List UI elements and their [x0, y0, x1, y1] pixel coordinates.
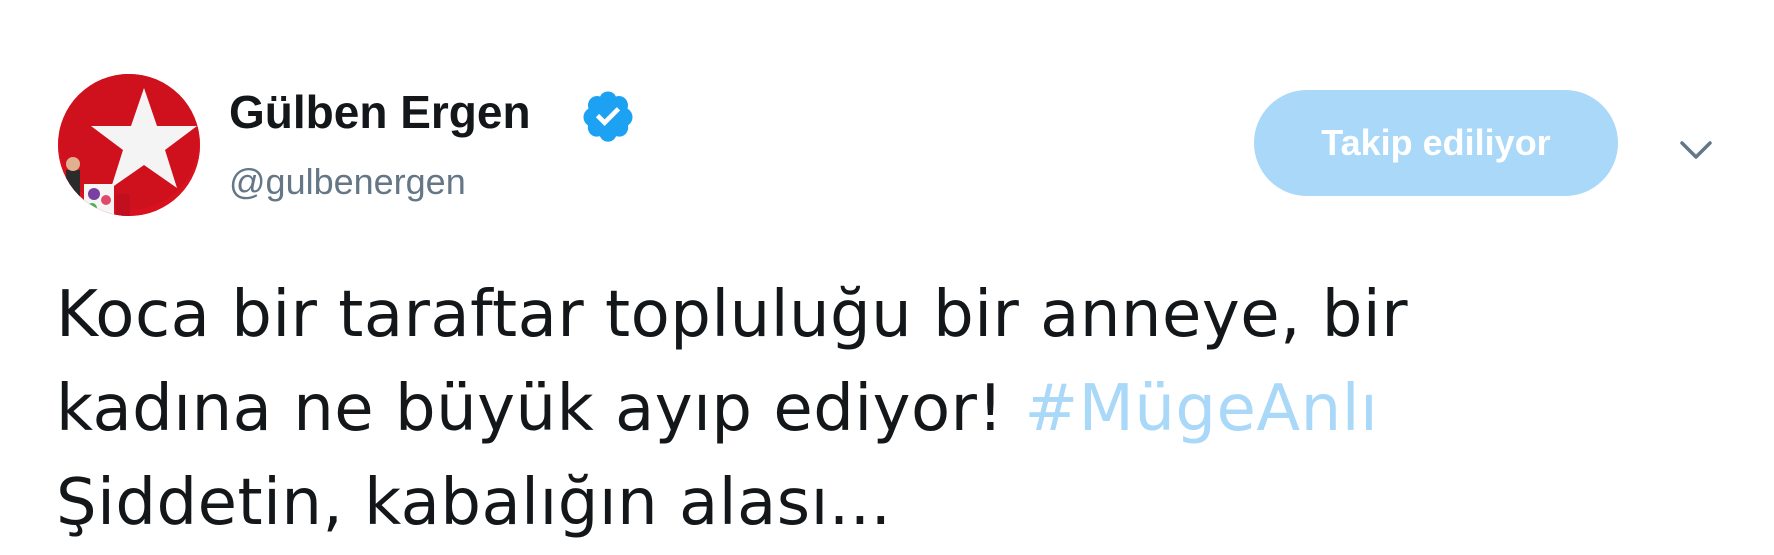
chevron-down-icon[interactable]: [1674, 128, 1718, 172]
user-handle[interactable]: @gulbenergen: [229, 157, 466, 207]
tweet-text-line: Koca bir taraftar topluluğu bir anneye, …: [56, 278, 1408, 352]
display-name[interactable]: Gülben Ergen: [229, 82, 531, 142]
tweet-text: Koca bir taraftar topluluğu bir anneye, …: [56, 268, 1736, 550]
tweet-text-segment: kadına ne büyük ayıp ediyor!: [56, 372, 1025, 446]
avatar-image: [58, 74, 200, 216]
tweet-text-line: Şiddetin, kabalığın alası...: [56, 466, 892, 540]
verified-badge-icon: [583, 91, 633, 142]
avatar[interactable]: [58, 74, 200, 216]
hashtag-link[interactable]: #MügeAnlı: [1024, 372, 1378, 446]
following-button[interactable]: Takip ediliyor: [1254, 90, 1618, 196]
tweet-text-line: kadına ne büyük ayıp ediyor! #MügeAnlı: [56, 362, 1736, 456]
tweet-card: Gülben Ergen @gulbenergen Takip ediliyor…: [0, 0, 1774, 555]
